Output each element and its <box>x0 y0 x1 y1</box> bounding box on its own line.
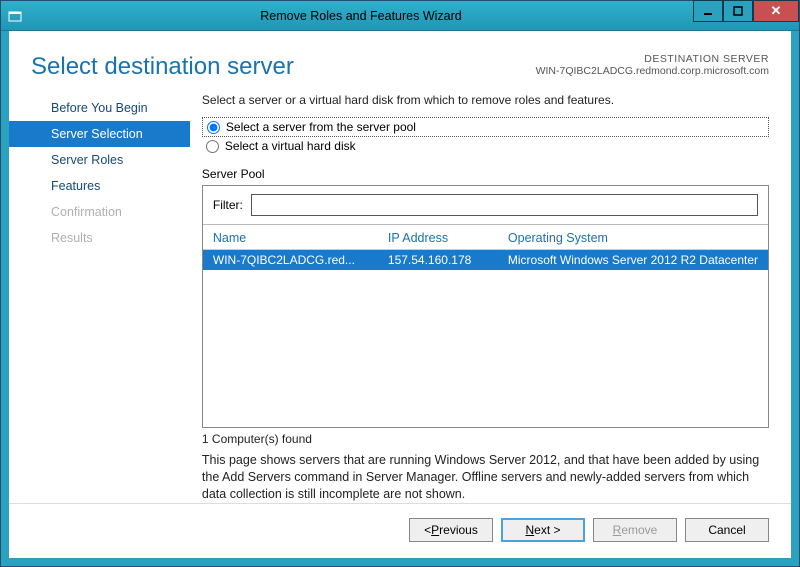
radio-server-pool[interactable]: Select a server from the server pool <box>202 117 769 137</box>
radio-server-pool-label: Select a server from the server pool <box>226 120 416 134</box>
filter-label: Filter: <box>213 198 243 212</box>
cell-os: Microsoft Windows Server 2012 R2 Datacen… <box>508 253 758 267</box>
minimize-button[interactable] <box>693 0 723 22</box>
server-pool-label: Server Pool <box>202 167 769 181</box>
page-header: Select destination server DESTINATION SE… <box>9 31 791 93</box>
filter-row: Filter: <box>203 186 768 225</box>
radio-vhd-label: Select a virtual hard disk <box>225 139 356 153</box>
computers-found: 1 Computer(s) found <box>202 432 769 446</box>
radio-server-pool-input[interactable] <box>207 121 220 134</box>
destination-info: DESTINATION SERVER WIN-7QIBC2LADCG.redmo… <box>536 53 769 77</box>
radio-vhd[interactable]: Select a virtual hard disk <box>202 137 769 155</box>
filter-input[interactable] <box>251 194 758 216</box>
title-bar[interactable]: Remove Roles and Features Wizard ✕ <box>1 1 799 31</box>
step-confirmation: Confirmation <box>9 199 190 225</box>
col-header-name[interactable]: Name <box>213 231 388 245</box>
info-text: This page shows servers that are running… <box>202 452 769 503</box>
window-title: Remove Roles and Features Wizard <box>29 9 693 23</box>
page-title: Select destination server <box>31 53 536 81</box>
app-icon <box>1 9 29 23</box>
step-results: Results <box>9 225 190 251</box>
step-before-you-begin[interactable]: Before You Begin <box>9 95 190 121</box>
step-features[interactable]: Features <box>9 173 190 199</box>
cell-name: WIN-7QIBC2LADCG.red... <box>213 253 388 267</box>
radio-vhd-input[interactable] <box>206 140 219 153</box>
table-row[interactable]: WIN-7QIBC2LADCG.red... 157.54.160.178 Mi… <box>203 250 768 270</box>
server-pool-box: Filter: Name IP Address Operating System… <box>202 185 769 428</box>
cancel-button[interactable]: Cancel <box>685 518 769 542</box>
intro-text: Select a server or a virtual hard disk f… <box>202 93 769 107</box>
wizard-window: Remove Roles and Features Wizard ✕ Selec… <box>0 0 800 567</box>
cell-ip: 157.54.160.178 <box>388 253 508 267</box>
next-button[interactable]: Next > <box>501 518 585 542</box>
button-bar: < Previous Next > Remove Cancel <box>9 503 791 558</box>
maximize-button[interactable] <box>723 0 753 22</box>
table-header: Name IP Address Operating System <box>203 225 768 250</box>
window-controls: ✕ <box>693 1 799 30</box>
step-server-roles[interactable]: Server Roles <box>9 147 190 173</box>
col-header-ip[interactable]: IP Address <box>388 231 508 245</box>
step-server-selection[interactable]: Server Selection <box>9 121 190 147</box>
main-panel: Select a server or a virtual hard disk f… <box>190 93 791 503</box>
destination-label: DESTINATION SERVER <box>536 53 769 65</box>
previous-button[interactable]: < Previous <box>409 518 493 542</box>
destination-value: WIN-7QIBC2LADCG.redmond.corp.microsoft.c… <box>536 65 769 77</box>
remove-button: Remove <box>593 518 677 542</box>
close-button[interactable]: ✕ <box>753 0 799 22</box>
col-header-os[interactable]: Operating System <box>508 231 758 245</box>
wizard-steps: Before You Begin Server Selection Server… <box>9 93 190 503</box>
table-body[interactable]: WIN-7QIBC2LADCG.red... 157.54.160.178 Mi… <box>203 250 768 427</box>
